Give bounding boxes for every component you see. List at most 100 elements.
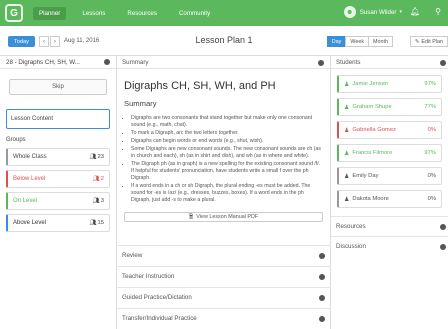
student-name: Graham Shupe: [352, 104, 392, 110]
collapse-toggle-icon[interactable]: [318, 59, 324, 66]
view-switcher: Day Week Month: [326, 36, 393, 47]
group-whole-class[interactable]: Whole Class 👥︎23: [6, 148, 110, 166]
user-name: Susan Wilder: [359, 8, 397, 16]
expand-toggle-icon[interactable]: [319, 295, 325, 301]
student-score: 0%: [427, 196, 436, 202]
group-name: Above Level: [13, 220, 47, 226]
dropdown-toggle-icon[interactable]: [104, 59, 110, 65]
lesson-sidebar: 28 - Digraphs CH, SH, W... Skip Lesson C…: [0, 56, 117, 329]
app-logo[interactable]: G: [5, 4, 23, 22]
today-button[interactable]: Today: [8, 36, 35, 47]
pencil-icon: ✎: [414, 38, 420, 45]
student-score: 0%: [427, 173, 436, 179]
view-week-button[interactable]: Week: [345, 36, 370, 47]
expand-toggle-icon[interactable]: [440, 224, 446, 230]
section-label: Teacher Instruction: [122, 273, 175, 280]
section-resources[interactable]: Resources: [331, 216, 448, 236]
summary-bullet: To mark a Digraph, arc the two letters t…: [131, 130, 323, 137]
students-panel: Students ♟ Jamie Jensen 97% ♟ Graham Shu…: [331, 56, 448, 329]
student-score: 97%: [424, 150, 436, 156]
section-transfer-practice[interactable]: Transfer/Individual Practice: [117, 308, 331, 329]
people-icon: 👥︎: [89, 154, 97, 160]
user-menu[interactable]: ☻ Susan Wilder ▾: [343, 6, 402, 18]
student-name: Emily Day: [352, 173, 379, 179]
summary-bullet: Digraphs can begin words or end words (e…: [131, 138, 323, 145]
student-icon: ♟: [344, 173, 350, 180]
lesson-selector-label: 28 - Digraphs CH, SH, W...: [6, 59, 80, 66]
student-score: 97%: [424, 81, 436, 87]
view-pdf-button[interactable]: 🗎 View Lesson Manual PDF: [124, 212, 323, 223]
summary-section-label: Summary: [122, 59, 149, 66]
user-avatar-icon: ☻: [343, 6, 356, 18]
section-review[interactable]: Review: [117, 245, 331, 266]
group-below-level[interactable]: Below Level 👥︎2: [6, 170, 110, 188]
group-name: On Level: [13, 198, 38, 204]
current-date: Aug 11, 2016: [64, 38, 100, 44]
nav-resources[interactable]: Resources: [121, 7, 163, 20]
lesson-selector[interactable]: 28 - Digraphs CH, SH, W...: [0, 56, 116, 69]
summary-list: Digraphs are two consonants that stand t…: [131, 115, 323, 204]
group-count: 👥︎3: [92, 198, 104, 204]
expand-toggle-icon[interactable]: [440, 244, 446, 250]
summary-section-header[interactable]: Summary: [117, 56, 330, 69]
lesson-title: Digraphs CH, SH, WH, and PH: [124, 80, 276, 92]
summary-bullet: If a word ends in a ch or sh Digraph, th…: [131, 183, 323, 205]
section-guided-practice[interactable]: Guided Practice/Dictation: [117, 287, 331, 308]
lesson-content-panel: Summary Digraphs CH, SH, WH, and PH Summ…: [117, 56, 331, 329]
student-row[interactable]: ♟ Graham Shupe 77%: [337, 98, 442, 116]
section-teacher-instruction[interactable]: Teacher Instruction: [117, 266, 331, 287]
student-score: 0%: [427, 127, 436, 133]
summary-subheading: Summary: [124, 99, 157, 108]
lesson-content-item[interactable]: Lesson Content: [6, 109, 110, 129]
group-above-level[interactable]: Above Level 👥︎15: [6, 214, 110, 232]
top-nav: G Planner Lessons Resources Community ☻ …: [0, 0, 448, 26]
student-icon: ♟: [344, 127, 350, 134]
expand-toggle-icon[interactable]: [319, 253, 325, 259]
expand-toggle-icon[interactable]: [319, 316, 325, 322]
edit-plan-label: Edit Plan: [421, 38, 443, 45]
document-icon: 🗎: [188, 213, 194, 220]
section-label: Transfer/Individual Practice: [122, 315, 197, 322]
student-name: Francis Filmore: [352, 150, 393, 156]
skip-button[interactable]: Skip: [9, 79, 107, 95]
group-count: 👥︎15: [89, 220, 104, 226]
nav-planner[interactable]: Planner: [33, 6, 67, 20]
nav-lessons[interactable]: Lessons: [76, 7, 111, 20]
student-row[interactable]: ♟ Emily Day 0%: [337, 167, 442, 185]
edit-plan-button[interactable]: ✎ Edit Plan: [409, 36, 448, 47]
students-section-label: Students: [336, 59, 361, 66]
expand-toggle-icon[interactable]: [319, 274, 325, 280]
student-icon: ♟: [344, 196, 350, 203]
view-day-button[interactable]: Day: [326, 36, 347, 47]
view-month-button[interactable]: Month: [368, 36, 393, 47]
summary-bullet: The Digraph ph (as in graph) is a new sp…: [131, 161, 323, 183]
section-label: Review: [122, 252, 143, 259]
summary-bullet: Digraphs are two consonants that stand t…: [131, 115, 323, 129]
people-icon: 👥︎: [92, 176, 100, 182]
student-name: Gabriella Gomez: [352, 127, 396, 133]
group-count: 👥︎2: [92, 176, 104, 182]
search-icon[interactable]: ⚲: [435, 7, 441, 16]
student-score: 77%: [424, 104, 436, 110]
student-icon: ♟: [344, 104, 350, 111]
student-row[interactable]: ♟ Jamie Jensen 97%: [337, 75, 442, 93]
section-discussion[interactable]: Discussion: [331, 236, 448, 256]
student-name: Jamie Jensen: [352, 81, 389, 87]
nav-community[interactable]: Community: [173, 7, 216, 20]
group-name: Below Level: [13, 176, 46, 182]
people-icon: 👥︎: [92, 198, 100, 204]
group-on-level[interactable]: On Level 👥︎3: [6, 192, 110, 210]
group-count: 👥︎23: [89, 154, 104, 160]
collapse-toggle-icon[interactable]: [440, 59, 446, 66]
student-icon: ♟: [344, 81, 350, 88]
student-row[interactable]: ♟ Dakota Moore 0%: [337, 190, 442, 208]
prev-day-button[interactable]: ‹: [39, 36, 49, 47]
people-icon: 👥︎: [89, 220, 97, 226]
section-label: Guided Practice/Dictation: [122, 294, 192, 301]
bell-icon[interactable]: 🔔︎: [410, 7, 420, 16]
students-section-header[interactable]: Students: [331, 56, 448, 69]
chevron-down-icon: ▾: [399, 9, 402, 15]
next-day-button[interactable]: ›: [50, 36, 60, 47]
student-row[interactable]: ♟ Gabriella Gomez 0%: [337, 121, 442, 139]
student-row[interactable]: ♟ Francis Filmore 97%: [337, 144, 442, 162]
